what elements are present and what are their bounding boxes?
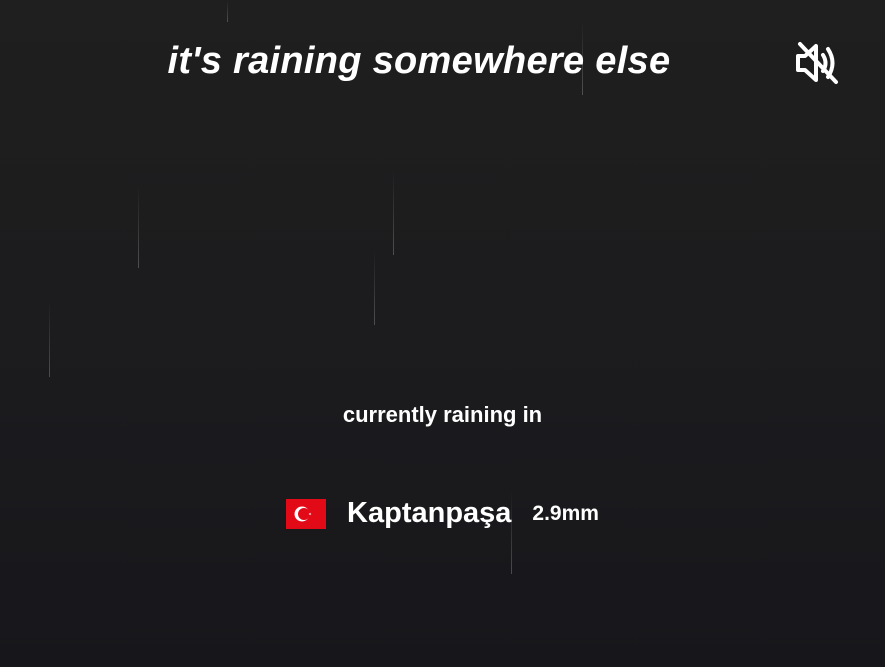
raindrop (393, 170, 394, 255)
currently-raining-label: currently raining in (342, 402, 543, 427)
precipitation-amount: 2.9mm (532, 501, 599, 525)
turkey-flag-icon (286, 498, 327, 529)
speaker-muted-icon (796, 42, 838, 84)
rain-location: Kaptanpaşa 2.9mm (0, 497, 885, 530)
rain-animation (0, 0, 885, 667)
raindrop (138, 185, 139, 268)
page-title: it's raining somewhere else (167, 40, 671, 82)
mute-toggle-button[interactable] (794, 41, 840, 85)
raindrop (374, 250, 375, 325)
raindrop (49, 300, 50, 377)
raindrop (227, 0, 228, 22)
city-name: Kaptanpaşa (347, 497, 512, 529)
